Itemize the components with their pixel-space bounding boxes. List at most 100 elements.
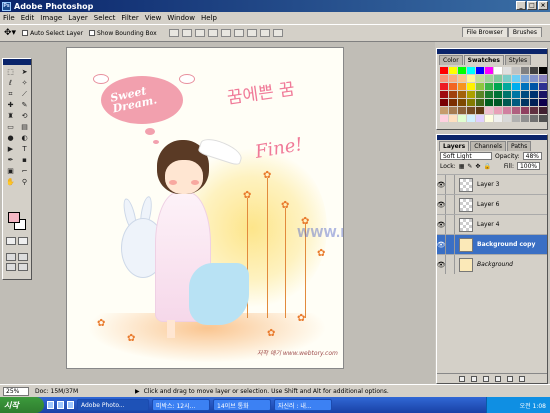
history-brush-icon[interactable]: ⟲	[18, 111, 31, 121]
dodge-tool-icon[interactable]: ◐	[18, 133, 31, 143]
color-swatch[interactable]	[476, 91, 484, 98]
tab-color[interactable]: Color	[439, 55, 463, 65]
color-swatch[interactable]	[530, 99, 538, 106]
color-swatch[interactable]	[530, 67, 538, 74]
menu-select[interactable]: Select	[94, 14, 116, 22]
color-swatch[interactable]	[485, 99, 493, 106]
color-swatch[interactable]	[503, 107, 511, 114]
color-swatch[interactable]	[467, 83, 475, 90]
color-swatch[interactable]	[512, 115, 520, 122]
layer-link-cell[interactable]	[446, 195, 455, 214]
checkbox-box[interactable]	[22, 30, 29, 36]
color-swatch[interactable]	[485, 67, 493, 74]
auto-select-checkbox[interactable]: Auto Select Layer	[22, 30, 83, 37]
color-swatch[interactable]	[503, 91, 511, 98]
menu-help[interactable]: Help	[201, 14, 217, 22]
color-swatch[interactable]	[449, 83, 457, 90]
layer-link-cell[interactable]	[446, 235, 455, 254]
color-swatch[interactable]	[530, 83, 538, 90]
color-swatch[interactable]	[485, 115, 493, 122]
color-swatch[interactable]	[512, 75, 520, 82]
move-tool-icon[interactable]: ✥▾	[4, 28, 16, 38]
color-swatch[interactable]	[530, 115, 538, 122]
imageready-icon[interactable]	[18, 263, 28, 271]
color-swatch[interactable]	[485, 107, 493, 114]
color-swatch[interactable]	[476, 83, 484, 90]
menu-edit[interactable]: Edit	[21, 14, 35, 22]
menu-image[interactable]: Image	[40, 14, 62, 22]
visibility-eye-icon[interactable]: 👁	[437, 195, 446, 214]
color-swatch[interactable]	[485, 75, 493, 82]
pen-tool-icon[interactable]: ✒	[4, 155, 17, 165]
marquee-tool-icon[interactable]: ⬚	[4, 67, 17, 77]
opacity-input[interactable]: 48%	[522, 152, 543, 160]
lock-image-icon[interactable]: ✎	[467, 163, 472, 170]
color-swatch[interactable]	[539, 75, 547, 82]
zoom-tool-icon[interactable]: ⚲	[18, 177, 31, 187]
visibility-eye-icon[interactable]: 👁	[437, 175, 446, 194]
tab-layers[interactable]: Layers	[439, 141, 470, 151]
color-swatch[interactable]	[512, 83, 520, 90]
menu-layer[interactable]: Layer	[68, 14, 88, 22]
path-select-icon[interactable]: ▶	[4, 144, 17, 154]
color-swatch[interactable]	[494, 83, 502, 90]
standard-mode-icon[interactable]	[6, 237, 16, 245]
align-middle-icon[interactable]	[181, 29, 192, 37]
close-button[interactable]: ×	[538, 1, 548, 10]
color-swatch[interactable]	[440, 75, 448, 82]
menu-file[interactable]: File	[3, 14, 15, 22]
lock-all-icon[interactable]: 🔒	[483, 163, 490, 170]
lock-transparency-icon[interactable]: ▦	[459, 163, 465, 170]
quickmask-mode-icon[interactable]	[18, 237, 28, 245]
color-swatch[interactable]	[467, 67, 475, 74]
color-swatch[interactable]	[449, 107, 457, 114]
color-swatch[interactable]	[458, 91, 466, 98]
tab-paths[interactable]: Paths	[506, 141, 532, 151]
document-canvas[interactable]: Sweet Dream. 꿈에쁜 꿈 Fine! ✿ ✿ ✿ ✿ ✿ ✿ ✿ ✿…	[66, 47, 344, 369]
color-swatch[interactable]	[449, 75, 457, 82]
shape-tool-icon[interactable]: ▪	[18, 155, 31, 165]
color-swatch[interactable]	[530, 107, 538, 114]
distribute-bottom-icon[interactable]	[272, 29, 283, 37]
color-swatch[interactable]	[458, 83, 466, 90]
color-swatch[interactable]	[476, 67, 484, 74]
color-swatch[interactable]	[512, 67, 520, 74]
color-swatch[interactable]	[458, 107, 466, 114]
visibility-eye-icon[interactable]: 👁	[437, 215, 446, 234]
color-swatch[interactable]	[494, 75, 502, 82]
color-swatch[interactable]	[476, 99, 484, 106]
stamp-tool-icon[interactable]: ♜	[4, 111, 17, 121]
color-swatch[interactable]	[521, 99, 529, 106]
color-swatch[interactable]	[458, 115, 466, 122]
color-swatch[interactable]	[440, 115, 448, 122]
color-swatch[interactable]	[494, 67, 502, 74]
color-swatch[interactable]	[449, 99, 457, 106]
move-tool-icon[interactable]: ➤	[18, 67, 31, 77]
menu-window[interactable]: Window	[167, 14, 195, 22]
visibility-eye-icon[interactable]: 👁	[437, 255, 446, 274]
start-button[interactable]: 시작	[0, 397, 44, 413]
menu-view[interactable]: View	[145, 14, 162, 22]
blend-mode-select[interactable]: Soft Light	[440, 152, 492, 160]
color-swatch[interactable]	[467, 115, 475, 122]
layer-mask-icon[interactable]	[471, 375, 477, 382]
color-swatch[interactable]	[530, 91, 538, 98]
align-left-icon[interactable]	[207, 29, 218, 37]
color-swatch[interactable]	[521, 75, 529, 82]
color-swatch[interactable]	[440, 91, 448, 98]
color-swatch[interactable]	[530, 75, 538, 82]
layer-link-cell[interactable]	[446, 215, 455, 234]
color-swatch[interactable]	[512, 99, 520, 106]
clock[interactable]: 오전 1:08	[520, 401, 546, 410]
standard-screen-icon[interactable]	[6, 253, 16, 261]
color-swatch[interactable]	[539, 115, 547, 122]
tab-swatches[interactable]: Swatches	[463, 55, 504, 65]
color-swatch[interactable]	[485, 91, 493, 98]
task-window[interactable]: 자신러 : 내...	[274, 399, 332, 411]
color-swatch[interactable]	[521, 67, 529, 74]
tab-brushes[interactable]: Brushes	[507, 27, 542, 37]
color-swatch[interactable]	[503, 83, 511, 90]
layer-row[interactable]: 👁 Background	[437, 254, 547, 274]
color-swatch[interactable]	[458, 67, 466, 74]
color-swatch[interactable]	[467, 99, 475, 106]
